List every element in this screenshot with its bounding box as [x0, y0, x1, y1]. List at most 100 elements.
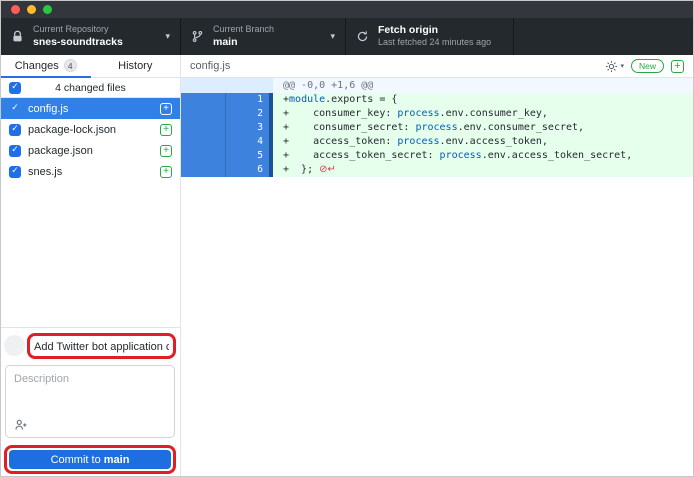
diff-line[interactable]: 4 + access_token: process.env.access_tok…: [181, 135, 693, 149]
commit-button-label: Commit to: [51, 454, 104, 466]
commit-description-input[interactable]: [6, 366, 174, 416]
changes-sidebar: Changes 4 History ✓ 4 changed files ✓ co…: [1, 55, 181, 477]
diff-gutter-old[interactable]: [181, 107, 225, 121]
select-all-checkbox[interactable]: ✓: [9, 82, 21, 94]
file-checkbox[interactable]: ✓: [9, 124, 21, 136]
current-repository-dropdown[interactable]: Current Repository snes-soundtracks ▾: [1, 18, 181, 55]
current-branch-dropdown[interactable]: Current Branch main ▾: [181, 18, 346, 55]
check-icon: ✓: [11, 125, 19, 134]
file-checkbox[interactable]: ✓: [9, 145, 21, 157]
file-row[interactable]: ✓ package-lock.json +: [1, 119, 180, 140]
last-fetched-status: Last fetched 24 minutes ago: [378, 37, 491, 48]
diff-lines: 1 +module.exports = { 2 + consumer_key: …: [181, 93, 693, 177]
file-name: package-lock.json: [28, 124, 153, 136]
file-added-icon: +: [160, 124, 172, 136]
file-row[interactable]: ✓ snes.js +: [1, 161, 180, 182]
file-added-icon: +: [160, 145, 172, 157]
added-file-icon: +: [671, 60, 684, 73]
check-icon: ✓: [11, 104, 19, 113]
toolbar: Current Repository snes-soundtracks ▾ Cu…: [1, 18, 693, 55]
tab-changes[interactable]: Changes 4: [1, 55, 91, 78]
diff-file-name: config.js: [190, 60, 605, 72]
diff-line[interactable]: 3 + consumer_secret: process.env.consume…: [181, 121, 693, 135]
diff-line[interactable]: 6 + }; ⊘↵: [181, 163, 693, 177]
chevron-down-icon: ▾: [316, 31, 335, 42]
lock-icon: [11, 30, 24, 43]
diff-line-code: + access_token: process.env.access_token…: [273, 135, 693, 149]
commit-button-branch: main: [104, 454, 130, 466]
repository-name: snes-soundtracks: [33, 36, 123, 49]
diff-line-number[interactable]: 1: [225, 93, 269, 107]
file-name: package.json: [28, 145, 153, 157]
diff-header: config.js ▾ New +: [181, 55, 693, 78]
file-row[interactable]: ✓ config.js +: [1, 98, 180, 119]
diff-line-number[interactable]: 2: [225, 107, 269, 121]
add-coauthor-icon[interactable]: [14, 418, 28, 432]
fetch-origin-button[interactable]: Fetch origin Last fetched 24 minutes ago: [346, 18, 514, 55]
maximize-window-button[interactable]: [43, 5, 52, 14]
diff-gutter-old[interactable]: [181, 93, 225, 107]
file-row[interactable]: ✓ package.json +: [1, 140, 180, 161]
file-added-icon: +: [160, 103, 172, 115]
changed-files-header: ✓ 4 changed files: [1, 78, 180, 98]
tab-history-label: History: [118, 60, 152, 72]
diff-options-button[interactable]: ▾: [605, 60, 624, 73]
diff-gutter-old[interactable]: [181, 149, 225, 163]
diff-line[interactable]: 5 + access_token_secret: process.env.acc…: [181, 149, 693, 163]
diff-line-code: + access_token_secret: process.env.acces…: [273, 149, 693, 163]
diff-line[interactable]: 1 +module.exports = {: [181, 93, 693, 107]
gear-icon: [605, 60, 618, 73]
check-icon: ✓: [11, 83, 19, 92]
tab-history[interactable]: History: [91, 55, 181, 78]
changed-files-count: 4 changed files: [55, 82, 126, 94]
toolbar-spacer: [514, 18, 693, 55]
diff-line-code: + }; ⊘↵: [273, 163, 693, 177]
diff-line[interactable]: 2 + consumer_key: process.env.consumer_k…: [181, 107, 693, 121]
file-list: ✓ config.js + ✓ package-lock.json + ✓ pa…: [1, 98, 180, 182]
avatar: [4, 335, 25, 356]
file-name: config.js: [28, 103, 153, 115]
diff-line-number[interactable]: 3: [225, 121, 269, 135]
tab-changes-label: Changes: [15, 60, 59, 72]
branch-label: Current Branch: [213, 24, 274, 35]
diff-pane: config.js ▾ New + @@ -0,0 +1,6 @@ 1: [181, 55, 693, 477]
git-branch-icon: [191, 30, 204, 43]
close-window-button[interactable]: [11, 5, 20, 14]
repository-label: Current Repository: [33, 24, 123, 35]
file-checkbox[interactable]: ✓: [9, 103, 21, 115]
hunk-gutter: [181, 78, 273, 93]
hunk-header-text: @@ -0,0 +1,6 @@: [273, 78, 693, 93]
chevron-down-icon: ▾: [620, 62, 624, 70]
sidebar-tabs: Changes 4 History: [1, 55, 180, 78]
commit-description-box: [5, 365, 175, 438]
minimize-window-button[interactable]: [27, 5, 36, 14]
diff-body: @@ -0,0 +1,6 @@ 1 +module.exports = { 2 …: [181, 78, 693, 177]
diff-gutter-old[interactable]: [181, 121, 225, 135]
diff-line-number[interactable]: 4: [225, 135, 269, 149]
changes-count-badge: 4: [64, 59, 77, 72]
file-name: snes.js: [28, 166, 153, 178]
sync-icon: [356, 30, 369, 43]
annotation-summary-highlight: [27, 333, 176, 359]
diff-line-number[interactable]: 5: [225, 149, 269, 163]
diff-line-code: +module.exports = {: [273, 93, 693, 107]
annotation-commit-highlight: Commit to main: [4, 445, 176, 475]
file-checkbox[interactable]: ✓: [9, 166, 21, 178]
sidebar-spacer: [1, 182, 180, 327]
new-file-badge: New: [631, 59, 664, 73]
chevron-down-icon: ▾: [151, 31, 170, 42]
diff-gutter-old[interactable]: [181, 135, 225, 149]
commit-to-main-button[interactable]: Commit to main: [9, 450, 171, 469]
diff-gutter-old[interactable]: [181, 163, 225, 177]
diff-line-number[interactable]: 6: [225, 163, 269, 177]
commit-summary-input[interactable]: [34, 341, 169, 353]
titlebar: [1, 1, 693, 18]
fetch-origin-label: Fetch origin: [378, 24, 491, 37]
github-desktop-window: Current Repository snes-soundtracks ▾ Cu…: [0, 0, 694, 477]
diff-line-code: + consumer_secret: process.env.consumer_…: [273, 121, 693, 135]
branch-name: main: [213, 36, 274, 49]
diff-line-code: + consumer_key: process.env.consumer_key…: [273, 107, 693, 121]
check-icon: ✓: [11, 167, 19, 176]
check-icon: ✓: [11, 146, 19, 155]
hunk-header-row[interactable]: @@ -0,0 +1,6 @@: [181, 78, 693, 93]
